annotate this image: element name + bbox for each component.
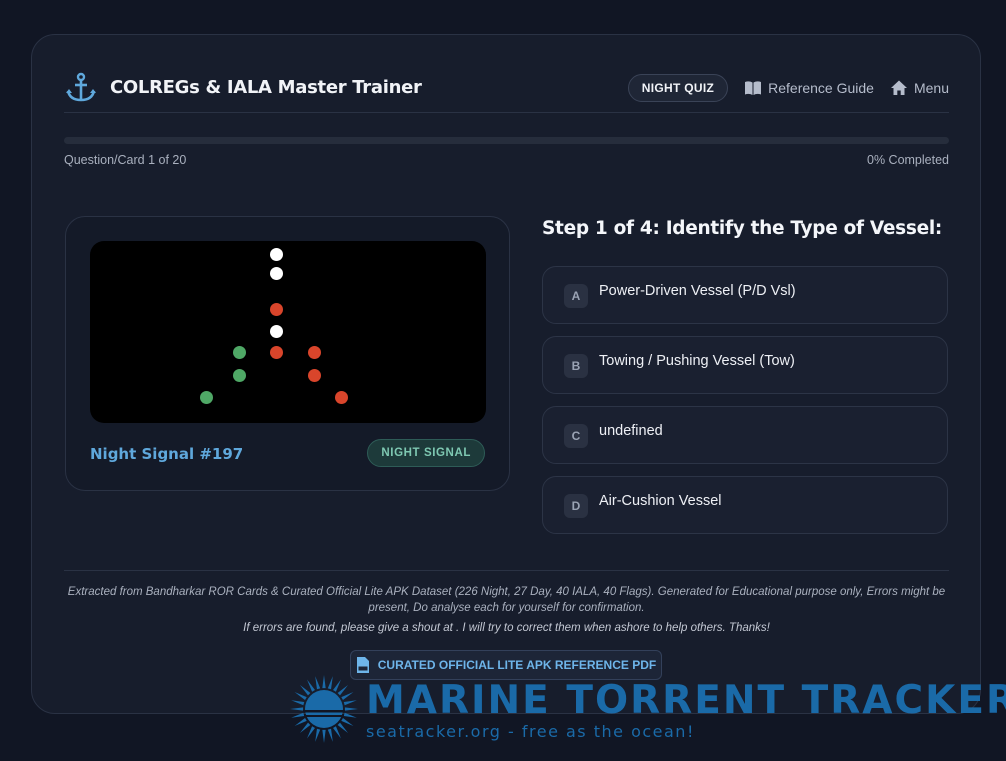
white-light: [269, 247, 283, 261]
reference-pdf-label: CURATED OFFICIAL LITE APK REFERENCE PDF: [377, 658, 657, 672]
answer-option-b[interactable]: B Towing / Pushing Vessel (Tow): [542, 336, 948, 394]
watermark: MARINE TORRENT TRACKER seatracker.org - …: [288, 675, 1006, 755]
option-key: D: [564, 494, 588, 518]
option-key: C: [564, 424, 588, 448]
answer-option-a[interactable]: A Power-Driven Vessel (P/D Vsl): [542, 266, 948, 324]
question-counter: Question/Card 1 of 20: [64, 153, 187, 167]
progress-labels: Question/Card 1 of 20 0% Completed: [64, 153, 949, 167]
white-light: [269, 266, 283, 280]
red-light: [269, 302, 283, 316]
option-text: Power-Driven Vessel (P/D Vsl): [599, 283, 796, 299]
menu-label: Menu: [913, 79, 949, 96]
anchor-icon: [66, 72, 96, 101]
red-light: [334, 390, 348, 404]
question-title: Step 1 of 4: Identify the Type of Vessel…: [542, 218, 942, 239]
dataset-disclaimer: Extracted from Bandharkar ROR Cards & Cu…: [67, 586, 946, 614]
answer-option-d[interactable]: D Air-Cushion Vessel: [542, 476, 948, 534]
reference-guide-link[interactable]: Reference Guide: [744, 79, 874, 97]
green-light: [199, 390, 213, 404]
red-light: [307, 345, 321, 359]
errors-note: If errors are found, please give a shout…: [243, 622, 770, 634]
option-key: B: [564, 354, 588, 378]
green-light: [232, 368, 246, 382]
signal-name: Night Signal #197: [90, 445, 244, 463]
signal-card: Night Signal #197 NIGHT SIGNAL: [65, 216, 510, 491]
progress-bar: [64, 137, 949, 144]
red-light: [307, 368, 321, 382]
watermark-subtitle: seatracker.org - free as the ocean!: [366, 722, 695, 741]
white-light: [269, 324, 283, 338]
sun-icon: [290, 675, 358, 743]
app-header: COLREGs & IALA Master Trainer NIGHT QUIZ…: [64, 63, 949, 113]
completion-percent: 0% Completed: [867, 153, 949, 167]
watermark-title: MARINE TORRENT TRACKER: [366, 678, 1006, 723]
option-key: A: [564, 284, 588, 308]
red-light: [269, 345, 283, 359]
green-light: [232, 345, 246, 359]
signal-type-badge: NIGHT SIGNAL: [367, 439, 485, 467]
footer-divider: [64, 570, 949, 571]
option-text: undefined: [599, 423, 663, 439]
night-signal-display: [90, 241, 486, 423]
menu-link[interactable]: Menu: [890, 79, 949, 97]
main-card: COLREGs & IALA Master Trainer NIGHT QUIZ…: [31, 34, 981, 714]
app-title: COLREGs & IALA Master Trainer: [110, 77, 422, 98]
reference-guide-label: Reference Guide: [768, 79, 874, 96]
option-text: Towing / Pushing Vessel (Tow): [599, 353, 795, 369]
top-nav: NIGHT QUIZ Reference Guide Menu: [627, 73, 949, 102]
pdf-icon: [356, 657, 369, 673]
home-icon: [890, 80, 907, 95]
night-quiz-button[interactable]: NIGHT QUIZ: [627, 73, 729, 102]
option-text: Air-Cushion Vessel: [599, 493, 722, 509]
book-icon: [745, 80, 762, 95]
answer-option-c[interactable]: C undefined: [542, 406, 948, 464]
